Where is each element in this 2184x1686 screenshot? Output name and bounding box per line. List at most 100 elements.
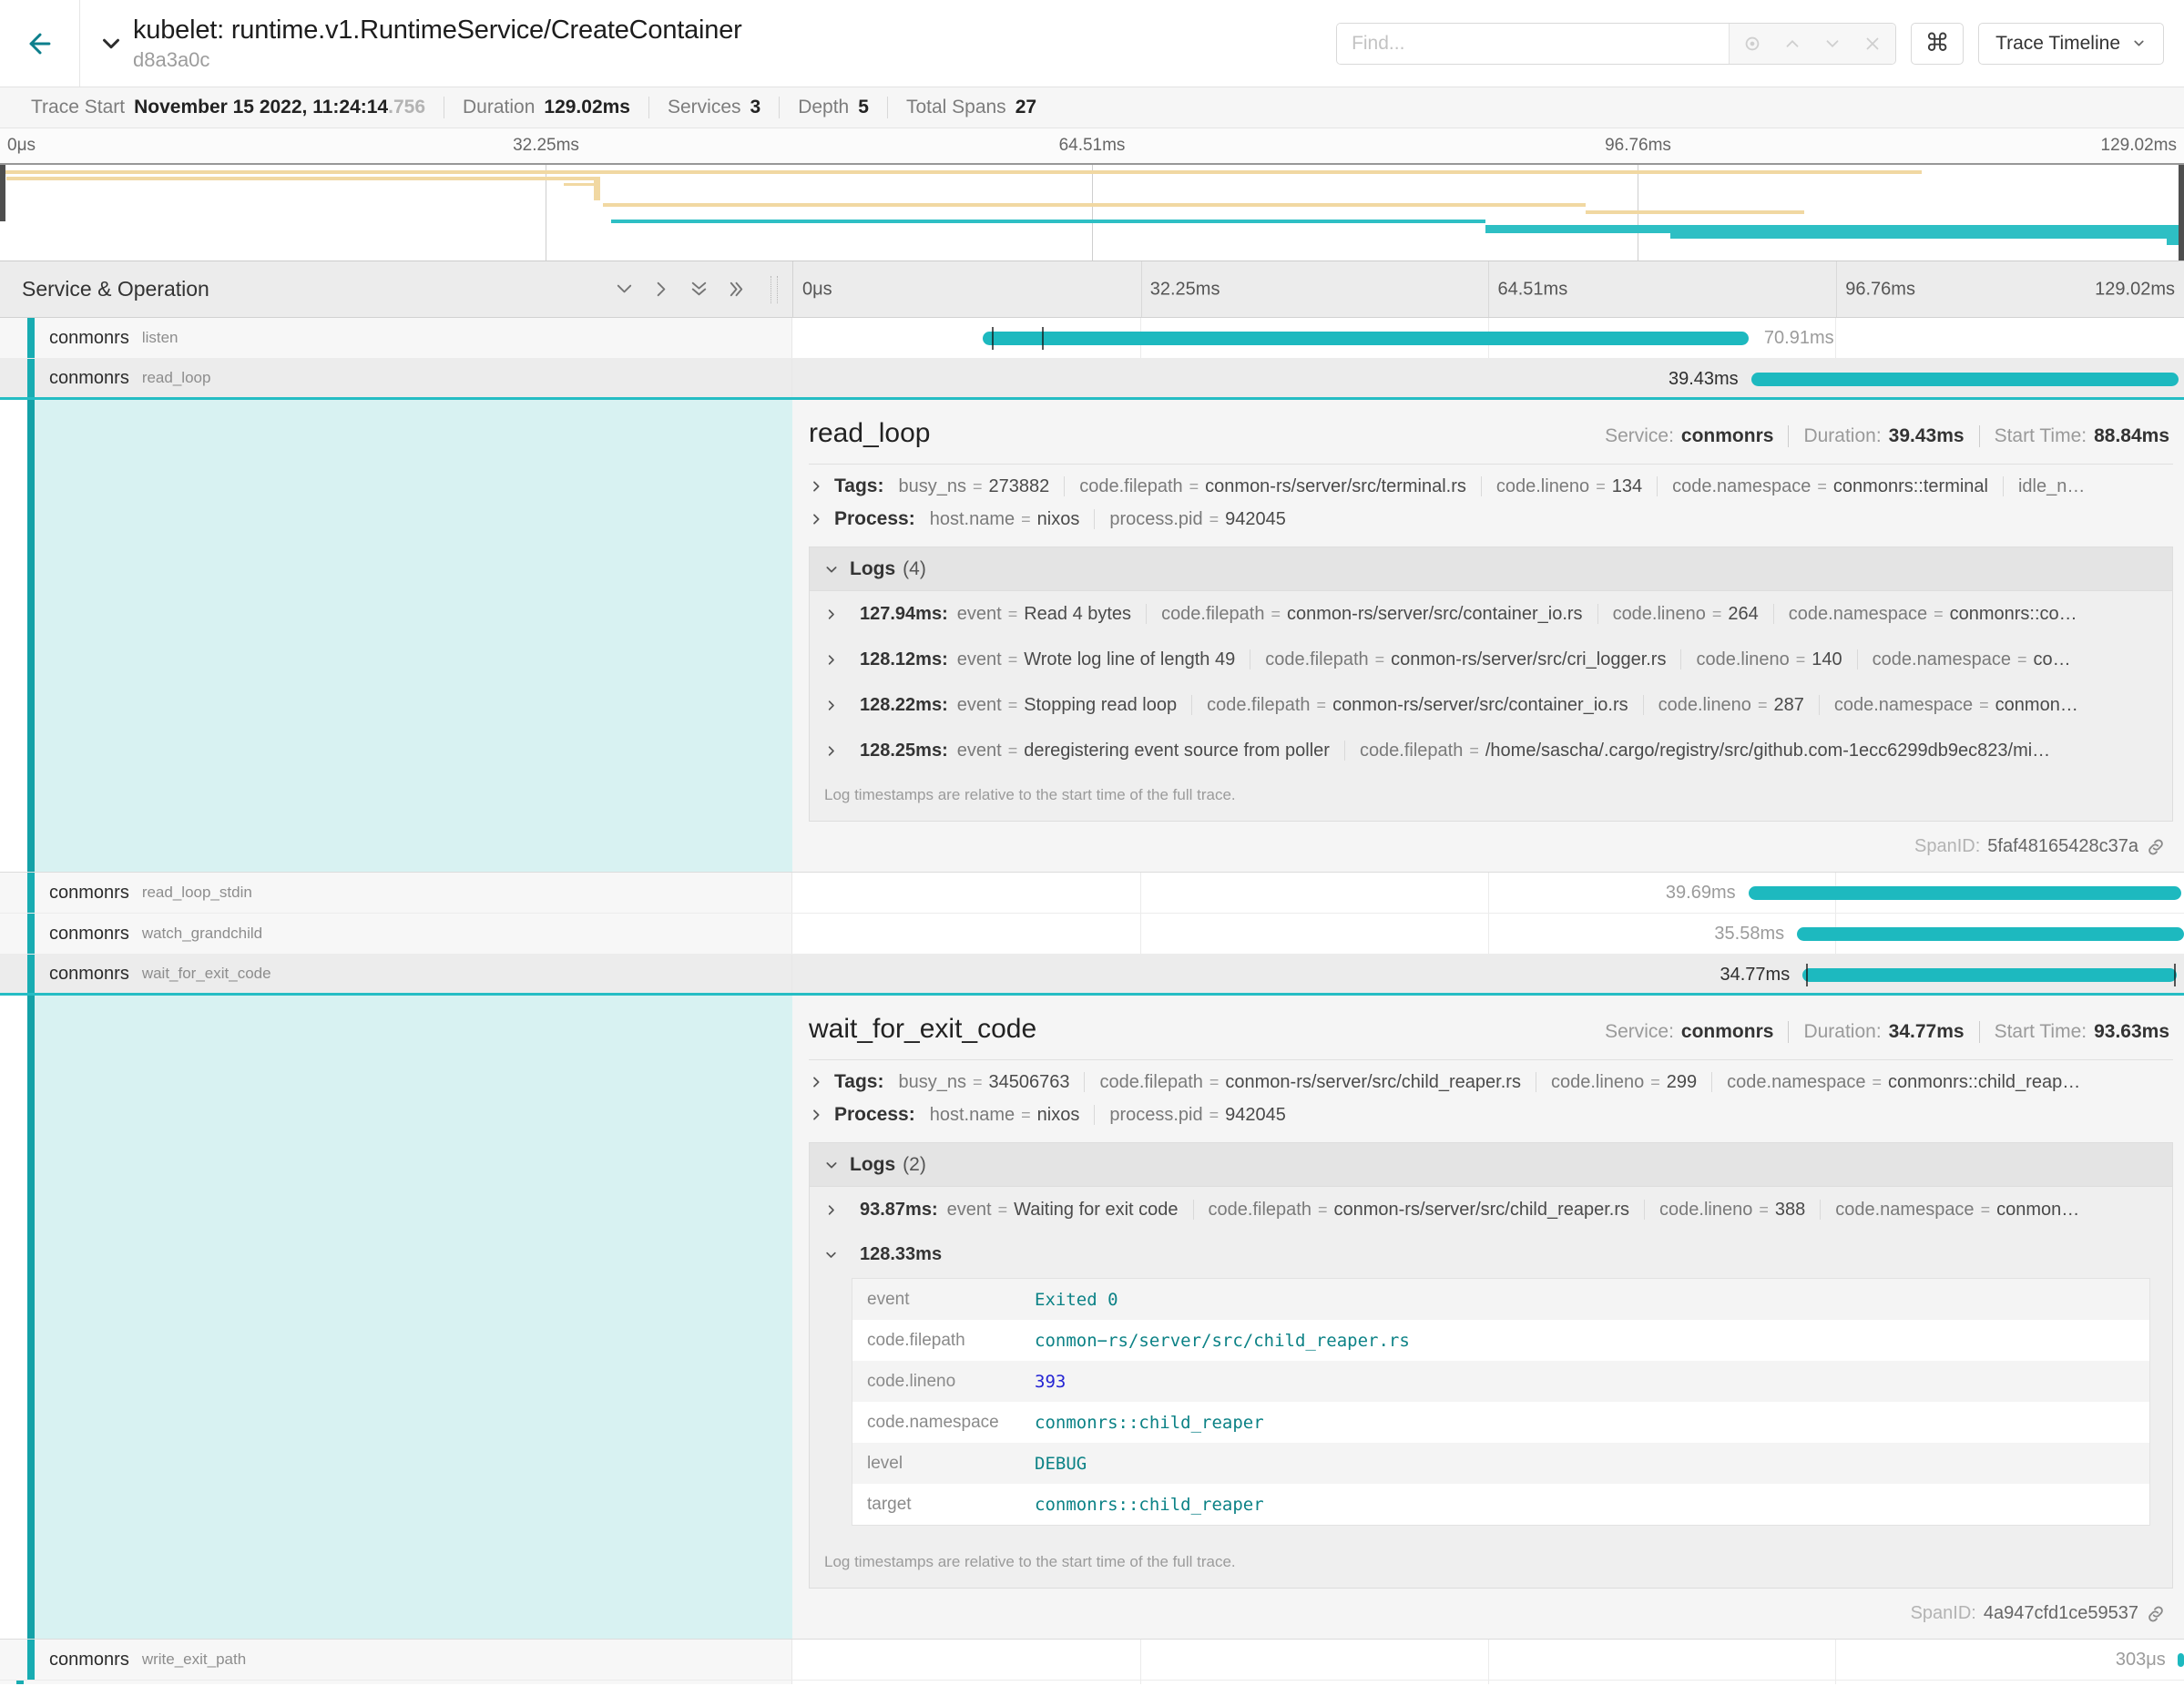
minimap-tick: 32.25ms bbox=[513, 136, 579, 156]
copy-link-button[interactable] bbox=[2146, 1604, 2166, 1624]
chevron-right-icon bbox=[824, 653, 838, 667]
detail-title-row: wait_for_exit_code Service:conmonrsDurat… bbox=[809, 1014, 2173, 1045]
keyboard-shortcuts-button[interactable]: ⌘ bbox=[1911, 23, 1964, 65]
summary-label: Services bbox=[668, 97, 741, 118]
trace-title-collapse-toggle[interactable] bbox=[93, 30, 129, 57]
timeline-ruler: 0μs 32.25ms 64.51ms 96.76ms 129.02ms bbox=[792, 261, 2184, 317]
clear-find-icon[interactable] bbox=[1863, 34, 1883, 54]
span-row-wait-for-exit-code[interactable]: conmonrs wait_for_exit_code 34.77ms bbox=[0, 955, 2184, 996]
log-field-row: code.lineno 393 bbox=[852, 1361, 2149, 1402]
log-field-row: code.filepath conmon−rs/server/src/child… bbox=[852, 1320, 2149, 1361]
timeline-minimap[interactable] bbox=[0, 163, 2184, 261]
log-row[interactable]: 128.12ms: event=Wrote log line of length… bbox=[810, 637, 2172, 682]
minimap-tick-labels: 0μs 32.25ms 64.51ms 96.76ms 129.02ms bbox=[0, 128, 2184, 163]
meta-label: Start Time: bbox=[1995, 425, 2087, 446]
span-row-read-loop[interactable]: conmonrs read_loop 39.43ms bbox=[0, 359, 2184, 400]
span-duration-label: 303μs bbox=[2108, 1650, 2173, 1671]
log-row[interactable]: 128.22ms: event=Stopping read loopcode.f… bbox=[810, 682, 2172, 728]
detail-meta-item: Duration:34.77ms bbox=[1788, 1021, 1964, 1043]
prev-match-icon[interactable] bbox=[1782, 34, 1802, 54]
summary-value: November 15 2022, 11:24:14 bbox=[134, 97, 388, 118]
next-match-icon[interactable] bbox=[1822, 34, 1842, 54]
span-color-accent bbox=[27, 873, 35, 913]
detail-highlight-column bbox=[35, 996, 792, 1639]
process-label: Process: bbox=[834, 508, 915, 530]
log-field-pair: code.lineno=264 bbox=[1597, 604, 1773, 624]
span-duration-bar[interactable] bbox=[1797, 927, 2184, 941]
ruler-tick: 64.51ms bbox=[1498, 279, 1568, 300]
collapse-one-icon[interactable] bbox=[614, 279, 635, 300]
trace-summary-item: Total Spans 27 bbox=[887, 97, 1055, 118]
span-table-header: Service & Operation 0μs 32.25ms 64. bbox=[0, 261, 2184, 318]
log-field-pair: code.filepath=conmon-rs/server/src/conta… bbox=[1191, 695, 1643, 715]
detail-meta-item: Service:conmonrs bbox=[1605, 425, 1773, 447]
log-timestamp: 128.25ms: bbox=[860, 741, 948, 761]
trace-view-selector[interactable]: Trace Timeline bbox=[1978, 23, 2164, 65]
tag-pair: busy_ns=34506763 bbox=[898, 1072, 1084, 1092]
chevron-right-icon bbox=[809, 1108, 823, 1122]
log-field-pair: event=deregistering event source from po… bbox=[957, 741, 1344, 761]
span-duration-bar[interactable] bbox=[2178, 1653, 2184, 1667]
tags-row[interactable]: Tags: busy_ns=273882code.filepath=conmon… bbox=[809, 475, 2173, 497]
process-row[interactable]: Process: host.name=nixosprocess.pid=9420… bbox=[809, 1104, 2173, 1126]
minimap-span-bar bbox=[603, 203, 1586, 207]
chevron-down-icon bbox=[824, 562, 839, 577]
log-row[interactable]: 127.94ms: event=Read 4 bytescode.filepat… bbox=[810, 591, 2172, 637]
logs-footnote: Log timestamps are relative to the start… bbox=[810, 773, 2172, 821]
span-color-accent bbox=[27, 318, 35, 358]
expanded-log-header[interactable]: 128.33ms bbox=[824, 1234, 2158, 1274]
tags-row[interactable]: Tags: busy_ns=34506763code.filepath=conm… bbox=[809, 1071, 2173, 1093]
log-row[interactable]: 128.25ms: event=deregistering event sour… bbox=[810, 728, 2172, 773]
span-id-value: 4a947cfd1ce59537 bbox=[1984, 1603, 2138, 1624]
log-field-pair: code.namespace=conmonrs::co… bbox=[1773, 604, 2092, 624]
span-row-read-loop-stdin[interactable]: conmonrs read_loop_stdin 39.69ms bbox=[0, 873, 2184, 914]
span-service-name: conmonrs bbox=[49, 883, 129, 904]
span-row-listen[interactable]: conmonrs listen 70.91ms bbox=[0, 318, 2184, 359]
chevron-right-icon bbox=[809, 512, 823, 526]
back-button[interactable] bbox=[0, 0, 80, 87]
span-service-name: conmonrs bbox=[49, 328, 129, 349]
span-operation-name: wait_for_exit_code bbox=[142, 965, 271, 983]
span-duration-bar[interactable] bbox=[1751, 373, 2179, 386]
span-timeline-cell: 303μs bbox=[792, 1640, 2184, 1680]
log-field-key: code.filepath bbox=[852, 1331, 1035, 1351]
log-marker bbox=[2174, 964, 2176, 986]
minimap-span-bar bbox=[1670, 233, 2179, 239]
span-service-name: conmonrs bbox=[49, 924, 129, 945]
log-field-pair: event=Read 4 bytes bbox=[957, 604, 1146, 624]
process-row[interactable]: Process: host.name=nixosprocess.pid=9420… bbox=[809, 508, 2173, 530]
span-duration-bar[interactable] bbox=[1802, 968, 2177, 982]
span-service-name: conmonrs bbox=[49, 368, 129, 389]
find-input[interactable] bbox=[1337, 24, 1729, 64]
summary-value: 27 bbox=[1015, 97, 1036, 118]
log-field-pair: code.namespace=conmon… bbox=[1820, 1200, 2094, 1220]
log-row[interactable]: 93.87ms: event=Waiting for exit codecode… bbox=[810, 1187, 2172, 1232]
span-duration-bar[interactable] bbox=[983, 332, 1748, 345]
summary-label: Total Spans bbox=[906, 97, 1006, 118]
logs-header[interactable]: Logs (2) bbox=[810, 1143, 2172, 1187]
collapse-all-icon[interactable] bbox=[689, 279, 709, 300]
ruler-tick: 32.25ms bbox=[1150, 279, 1220, 300]
detail-meta-item: Start Time:93.63ms bbox=[1979, 1021, 2169, 1043]
span-duration-bar[interactable] bbox=[1749, 886, 2181, 900]
expand-one-icon[interactable] bbox=[651, 279, 672, 300]
tag-pair: code.filepath=conmon-rs/server/src/child… bbox=[1084, 1072, 1536, 1092]
focus-match-icon[interactable] bbox=[1742, 34, 1762, 54]
logs-header[interactable]: Logs (4) bbox=[810, 547, 2172, 591]
log-timestamp: 128.12ms: bbox=[860, 649, 948, 670]
tag-pair: code.lineno=134 bbox=[1481, 476, 1657, 496]
expand-all-icon[interactable] bbox=[726, 279, 747, 300]
span-row-write-exit-path[interactable]: conmonrs write_exit_path 303μs bbox=[0, 1640, 2184, 1681]
span-color-accent bbox=[27, 1640, 35, 1680]
column-resize-handle[interactable] bbox=[771, 276, 778, 303]
meta-value: 93.63ms bbox=[2094, 1021, 2169, 1042]
minimap-left-scrubber[interactable] bbox=[0, 165, 5, 221]
span-name-cell: conmonrs watch_grandchild bbox=[0, 914, 792, 954]
span-row-watch-grandchild[interactable]: conmonrs watch_grandchild 35.58ms bbox=[0, 914, 2184, 955]
log-rows: 127.94ms: event=Read 4 bytescode.filepat… bbox=[810, 591, 2172, 773]
detail-left-rail bbox=[0, 996, 792, 1639]
copy-link-button[interactable] bbox=[2146, 837, 2166, 857]
minimap-right-scrubber[interactable] bbox=[2179, 165, 2184, 261]
expanded-log-entry: 128.33ms event Exited 0 code.filepath bbox=[810, 1232, 2172, 1540]
log-field-value: 393 bbox=[1035, 1372, 1066, 1392]
